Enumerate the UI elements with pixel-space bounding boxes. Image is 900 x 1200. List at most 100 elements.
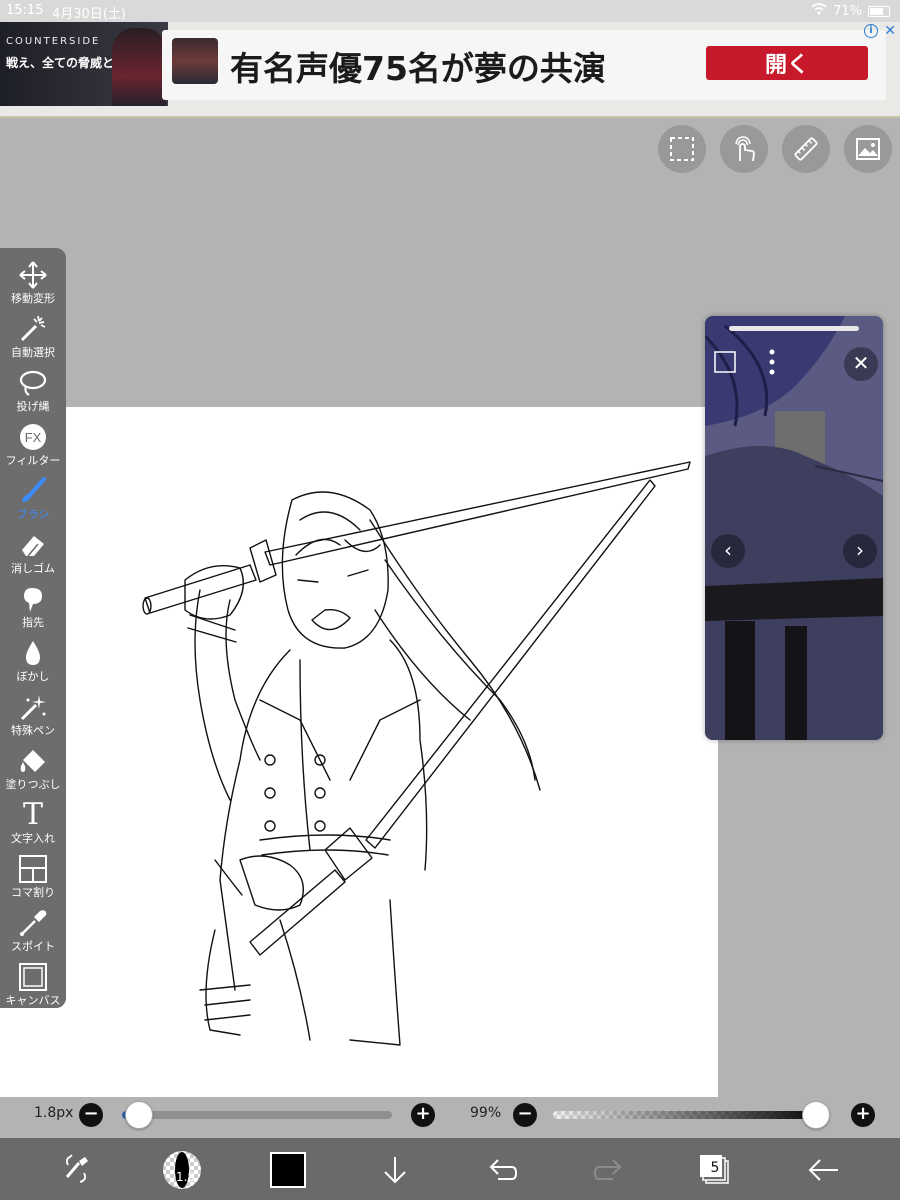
status-right: 71% xyxy=(811,3,890,19)
move-icon xyxy=(0,256,66,290)
ruler-icon[interactable] xyxy=(782,125,830,173)
text-glyph: T xyxy=(22,797,43,832)
ad-close-icon[interactable]: ✕ xyxy=(884,23,896,39)
opacity-label: 99% xyxy=(470,1105,502,1121)
ad-game-tagline: 戦え、全ての脅威と xyxy=(6,56,115,70)
tool-text[interactable]: T 文字入れ xyxy=(0,796,66,849)
wifi-icon xyxy=(811,3,827,19)
special-pen-icon xyxy=(0,688,66,722)
reference-drag-handle[interactable] xyxy=(729,326,859,331)
fx-icon: FX xyxy=(0,418,66,452)
battery-percent: 71% xyxy=(833,3,862,19)
ad-game-image[interactable]: COUNTERSIDE 戦え、全ての脅威と xyxy=(0,22,168,106)
tool-auto-select[interactable]: 自動選択 xyxy=(0,310,66,363)
fx-glyph: FX xyxy=(25,430,42,445)
tool-label: 移動変形 xyxy=(11,292,55,305)
eyedropper-icon xyxy=(0,904,66,938)
brush-size-label: 1.8px xyxy=(34,1105,74,1121)
brush-preview-button[interactable]: 1.8 xyxy=(162,1150,202,1190)
layer-count: 5 xyxy=(710,1160,720,1176)
ad-card[interactable]: 有名声優75名が夢の共演 開く xyxy=(162,30,886,100)
blur-icon xyxy=(0,634,66,668)
tool-label: スポイト xyxy=(11,940,55,953)
tool-label: 指先 xyxy=(22,616,44,629)
tool-label: 自動選択 xyxy=(11,346,55,359)
tool-label: ブラシ xyxy=(16,508,50,521)
frame-divider-icon xyxy=(0,850,66,884)
reference-window[interactable]: ✕ ‹ › xyxy=(705,316,883,740)
canvas-icon xyxy=(0,958,66,992)
brush-icon xyxy=(0,472,66,506)
tool-smudge[interactable]: 指先 xyxy=(0,580,66,633)
tool-label: ぼかし xyxy=(16,670,50,683)
download-icon[interactable] xyxy=(375,1150,415,1190)
quick-menu-icon[interactable] xyxy=(56,1150,96,1190)
ad-game-logo: COUNTERSIDE xyxy=(6,36,101,47)
ad-open-button[interactable]: 開く xyxy=(706,46,868,80)
tool-brush[interactable]: ブラシ xyxy=(0,472,66,525)
tool-frame-divider[interactable]: コマ割り xyxy=(0,850,66,903)
gesture-icon[interactable] xyxy=(720,125,768,173)
tool-label: 文字入れ xyxy=(11,832,55,845)
image-icon[interactable] xyxy=(844,125,892,173)
magic-wand-icon xyxy=(0,310,66,344)
tool-canvas[interactable]: キャンバス xyxy=(0,958,66,1011)
brush-size-minus-button[interactable]: − xyxy=(79,1103,103,1127)
eraser-icon xyxy=(0,526,66,560)
tool-fill[interactable]: 塗りつぶし xyxy=(0,742,66,795)
ad-info-icon[interactable]: i xyxy=(864,24,878,38)
reference-close-icon[interactable]: ✕ xyxy=(844,347,878,381)
tool-label: 塗りつぶし xyxy=(5,778,61,791)
ad-headline: 有名声優75名が夢の共演 xyxy=(230,49,606,88)
opacity-knob[interactable] xyxy=(802,1101,831,1129)
fill-icon xyxy=(0,742,66,776)
brush-preview-value: 1.8 xyxy=(176,1170,196,1184)
tool-move-transform[interactable]: 移動変形 xyxy=(0,256,66,309)
color-swatch-button[interactable] xyxy=(268,1150,308,1190)
battery-icon xyxy=(868,5,890,17)
current-color-swatch xyxy=(270,1152,306,1188)
undo-icon[interactable] xyxy=(482,1150,522,1190)
tool-eyedropper[interactable]: スポイト xyxy=(0,904,66,957)
tool-label: 投げ縄 xyxy=(16,400,50,413)
opacity-plus-button[interactable]: + xyxy=(851,1103,875,1127)
status-date: 4月30日(土) xyxy=(52,7,126,22)
drawing-canvas[interactable] xyxy=(0,407,718,1097)
brush-size-plus-button[interactable]: + xyxy=(411,1103,435,1127)
redo-icon[interactable] xyxy=(589,1150,629,1190)
tool-label: キャンバス xyxy=(5,994,61,1007)
text-icon: T xyxy=(0,796,66,830)
tool-label: フィルター xyxy=(5,454,61,467)
back-arrow-icon[interactable] xyxy=(803,1150,843,1190)
tool-blur[interactable]: ぼかし xyxy=(0,634,66,687)
reference-menu-icon[interactable] xyxy=(761,350,783,378)
lasso-icon xyxy=(0,364,66,398)
status-bar: 15:15 4月30日(土) 71% xyxy=(0,0,900,22)
opacity-slider[interactable] xyxy=(553,1111,829,1119)
status-time: 15:15 xyxy=(6,3,44,18)
line-art-drawing xyxy=(142,461,691,1046)
tool-filter[interactable]: FX フィルター xyxy=(0,418,66,471)
left-toolbar: 移動変形 自動選択 投げ縄 FX フィルター ブラシ 消しゴム 指先 ぼかし 特… xyxy=(0,248,66,1008)
brush-size-slider[interactable] xyxy=(122,1111,392,1119)
brush-size-knob[interactable] xyxy=(125,1101,154,1129)
ad-banner[interactable]: COUNTERSIDE 戦え、全ての脅威と 有名声優75名が夢の共演 開く i … xyxy=(0,22,900,118)
ad-thumbnail xyxy=(172,38,218,84)
tool-lasso[interactable]: 投げ縄 xyxy=(0,364,66,417)
tool-label: 消しゴム xyxy=(11,562,55,575)
layers-button[interactable]: 5 xyxy=(695,1150,735,1190)
smudge-icon xyxy=(0,580,66,614)
top-tools xyxy=(658,125,892,173)
tool-label: コマ割り xyxy=(11,886,55,899)
slider-row: 1.8px − + 99% − + xyxy=(0,1093,900,1137)
bottom-bar: 1.8 5 xyxy=(0,1138,900,1200)
reference-fit-icon[interactable] xyxy=(713,350,737,374)
tool-eraser[interactable]: 消しゴム xyxy=(0,526,66,579)
reference-next-icon[interactable]: › xyxy=(843,534,877,568)
tool-special-pen[interactable]: 特殊ペン xyxy=(0,688,66,741)
tool-label: 特殊ペン xyxy=(11,724,55,737)
reference-prev-icon[interactable]: ‹ xyxy=(711,534,745,568)
ad-character-art xyxy=(112,28,166,106)
opacity-minus-button[interactable]: − xyxy=(513,1103,537,1127)
selection-icon[interactable] xyxy=(658,125,706,173)
